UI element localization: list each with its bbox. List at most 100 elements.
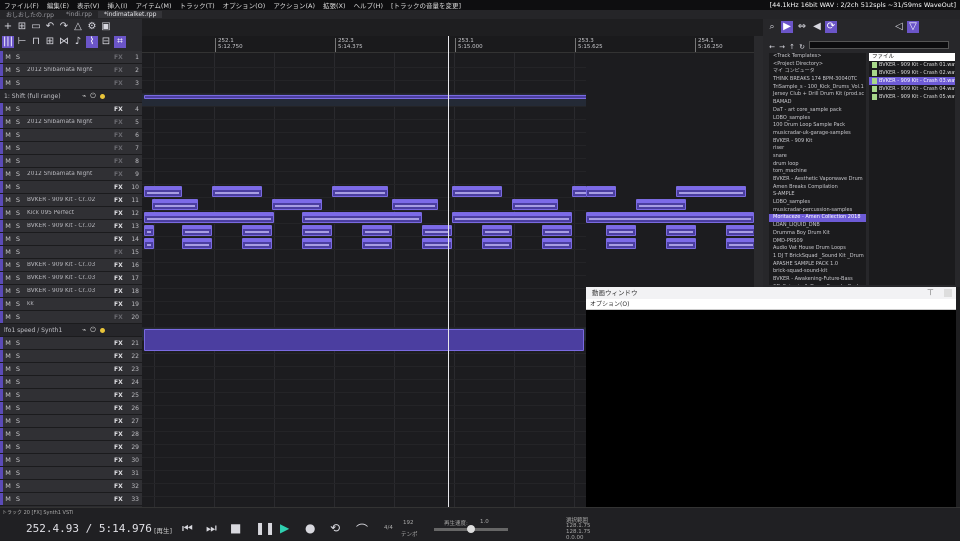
track-row[interactable]: M S BVKER - 909 Kit - Cr..03 FX 18 [0, 285, 142, 298]
solo-button[interactable]: S [13, 287, 23, 295]
mute-button[interactable]: M [3, 443, 13, 451]
directory-item[interactable]: BVKER - Aesthetic Vaporwave Drum [769, 176, 866, 184]
track-row[interactable]: M S FX 10 [0, 181, 142, 194]
media-item[interactable] [152, 199, 198, 210]
synth-item[interactable] [144, 329, 584, 351]
solo-button[interactable]: S [13, 300, 23, 308]
project-tab[interactable]: *indimatalket.rpp [97, 11, 163, 18]
track-name[interactable]: BVKER - 909 Kit - Cr..02 [27, 197, 95, 203]
track-name[interactable]: 2012 Shibamata Night [27, 67, 95, 73]
file-item[interactable]: BVKER - 909 Kit - Crash 02.wav [869, 69, 955, 77]
mute-button[interactable]: M [3, 118, 13, 126]
directory-item[interactable]: LOBO_samples [769, 115, 866, 123]
fx-button[interactable]: FX [114, 496, 128, 503]
media-item[interactable] [302, 225, 332, 236]
menu-item[interactable]: ヘルプ(H) [350, 0, 387, 10]
directory-item[interactable]: DMD-PRS09 [769, 238, 866, 246]
fx-button[interactable]: FX [114, 353, 128, 360]
track-row[interactable]: M S FX 32 [0, 480, 142, 493]
fx-button[interactable]: FX [114, 158, 128, 165]
media-item[interactable] [542, 238, 572, 249]
directory-item[interactable]: <Track Templates> [769, 53, 866, 61]
track-lane[interactable] [142, 302, 586, 315]
folder-icon[interactable]: ▭ [30, 21, 42, 33]
fx-button[interactable]: FX [114, 249, 128, 256]
solo-button[interactable]: S [13, 261, 23, 269]
track-row[interactable]: M S FX 15 [0, 246, 142, 259]
track-row[interactable]: M S FX 3 [0, 77, 142, 90]
record-icon[interactable]: ● [305, 521, 315, 535]
refresh-icon[interactable]: ↻ [796, 41, 808, 53]
directory-item[interactable]: brick-squad-sound-kit [769, 268, 866, 276]
media-item[interactable] [586, 186, 616, 197]
file-item[interactable]: BVKER - 909 Kit - Crash 03.wav [869, 77, 955, 85]
directory-item[interactable]: 100 Drum Loop Sample Pack [769, 122, 866, 130]
fx-button[interactable]: FX [114, 314, 128, 321]
grid-icon[interactable]: ⊞ [16, 21, 28, 33]
fx-button[interactable]: FX [114, 366, 128, 373]
directory-item[interactable]: TriSample_s - 100_Kick_Drums_Vol.1 [769, 84, 866, 92]
media-item[interactable] [726, 238, 754, 249]
media-item[interactable] [332, 186, 388, 197]
mute-button[interactable]: M [3, 53, 13, 61]
menu-item[interactable]: 挿入(I) [104, 0, 132, 10]
directory-item[interactable]: <Project Directory> [769, 61, 866, 69]
solo-button[interactable]: S [13, 105, 23, 113]
menu-item[interactable]: トラック(T) [176, 0, 219, 10]
play-preview-icon[interactable]: ▶ [781, 21, 793, 33]
solo-button[interactable]: S [13, 222, 23, 230]
mute-button[interactable]: M [3, 183, 13, 191]
directory-item[interactable]: Amen Breaks Compilation [769, 184, 866, 192]
solo-button[interactable]: S [13, 235, 23, 243]
mute-preview-icon[interactable]: ◁ [893, 21, 905, 33]
menu-item[interactable]: [トラックの音量を変更] [387, 0, 465, 10]
fx-button[interactable]: FX [114, 288, 128, 295]
solo-button[interactable]: S [13, 430, 23, 438]
track-name[interactable]: kk [27, 301, 95, 307]
directory-item[interactable]: drum loop [769, 161, 866, 169]
media-item[interactable] [212, 186, 262, 197]
solo-button[interactable]: S [13, 118, 23, 126]
mute-button[interactable]: M [3, 222, 13, 230]
track-row[interactable]: M S FX 14 [0, 233, 142, 246]
media-item[interactable] [452, 186, 502, 197]
media-item[interactable] [302, 212, 422, 223]
media-item[interactable] [144, 225, 154, 236]
volume-icon[interactable]: ◀ [811, 21, 823, 33]
directory-item[interactable]: Moritaceze - Amen Collection 2018 [769, 214, 866, 223]
track-lane[interactable] [142, 380, 586, 393]
settings-icon[interactable]: ⚙ [86, 21, 98, 33]
arm-indicator[interactable] [99, 327, 105, 333]
fx-button[interactable]: FX [114, 444, 128, 451]
mute-button[interactable]: M [3, 209, 13, 217]
mute-button[interactable]: M [3, 144, 13, 152]
track-row[interactable]: M S FX 23 [0, 363, 142, 376]
solo-button[interactable]: S [13, 417, 23, 425]
media-item[interactable] [606, 238, 636, 249]
automation-icon[interactable]: ⌒ [356, 521, 368, 538]
mute-button[interactable]: M [3, 430, 13, 438]
crossfade-icon[interactable]: ⋈ [58, 36, 70, 48]
track-lane[interactable] [142, 471, 586, 484]
fx-button[interactable]: FX [114, 340, 128, 347]
solo-button[interactable]: S [13, 339, 23, 347]
track-lane[interactable] [142, 393, 586, 406]
directory-item[interactable]: Jersey Club + Drill Drum Kit (prod.sc [769, 91, 866, 99]
track-lane[interactable] [142, 484, 586, 497]
fx-button[interactable]: FX [114, 145, 128, 152]
directory-item[interactable]: THINK BREAKS 174 BPM-30040TC [769, 76, 866, 84]
track-row[interactable]: M S FX 22 [0, 350, 142, 363]
track-lane[interactable] [142, 432, 586, 445]
track-row[interactable]: M S FX 26 [0, 402, 142, 415]
save-icon[interactable]: ▣ [100, 21, 112, 33]
file-item[interactable]: BVKER - 909 Kit - Crash 05.wav [869, 93, 955, 101]
media-item[interactable] [302, 238, 332, 249]
project-tab[interactable]: *indi.rpp [60, 11, 98, 18]
envelope-shape-icon[interactable]: ⌁ [82, 92, 86, 100]
track-lane[interactable] [142, 367, 586, 380]
fx-button[interactable]: FX [114, 470, 128, 477]
auto-crossfade-icon[interactable]: ⌇ [86, 36, 98, 48]
track-row[interactable]: M S 2012 Shibamata Night FX 2 [0, 64, 142, 77]
menu-item[interactable]: 拡張(X) [319, 0, 350, 10]
media-item[interactable] [182, 225, 212, 236]
